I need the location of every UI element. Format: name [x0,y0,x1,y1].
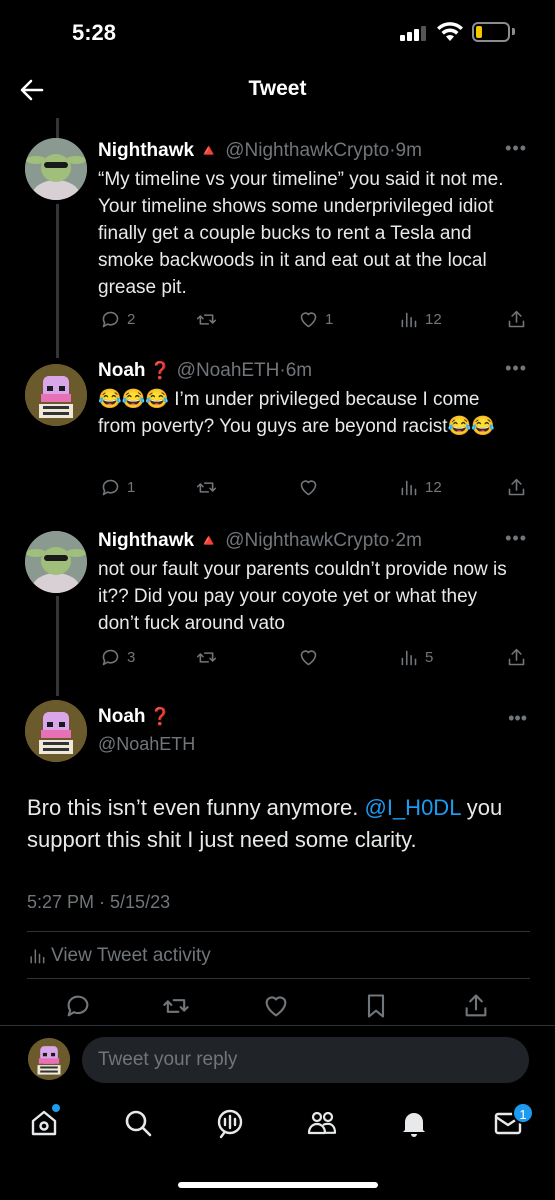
speech-bubble-icon [102,649,119,665]
nav-header: Tweet [0,62,555,118]
bar-chart-icon [401,480,417,495]
avatar[interactable] [25,700,87,762]
heart-icon [300,479,317,495]
author-name[interactable]: Noah ❓ [98,706,177,728]
tweet-actions: 3 5 [98,644,538,670]
mention-link[interactable]: @I_H0DL [365,795,461,820]
tab-bar [0,1095,555,1160]
label-badge: 🔺 [198,141,220,160]
retweet-icon[interactable] [162,992,190,1020]
tweet-age: 9m [395,140,422,161]
heart-icon [300,649,317,665]
reply-input[interactable] [82,1037,529,1083]
tweet-text: Bro this isn’t even funny anymore. @I_H0… [27,795,503,852]
author-handle[interactable]: @NighthawkCrypto [225,140,389,161]
share-icon [508,478,525,495]
label-badge: 🔺 [198,531,220,550]
retweet-button[interactable] [196,474,217,500]
avatar[interactable] [25,364,87,426]
share-button[interactable] [506,644,527,670]
bar-chart-icon [401,650,417,665]
author-name[interactable]: Noah [98,360,146,381]
search-icon [125,1110,152,1137]
like-button[interactable]: 1 [298,306,333,332]
like-button[interactable] [298,474,319,500]
retweet-icon [196,481,217,493]
spaces-icon [217,1109,243,1139]
tweet-timestamp[interactable]: 5:27 PM · 5/15/23 [27,892,170,913]
views-button[interactable]: 12 [398,474,442,500]
reply-button[interactable]: 3 [100,644,135,670]
bell-icon [403,1113,425,1137]
page-title: Tweet [248,77,307,100]
heart-icon [300,311,317,327]
retweet-icon [196,651,217,663]
reply-button[interactable]: 2 [100,306,135,332]
status-bar: 5:28 [0,0,555,62]
tweet-text: 😂😂😂 I’m under privileged because I come … [98,389,495,437]
bar-chart-icon [30,949,45,964]
retweet-icon [196,313,217,325]
tweet-text: “My timeline vs your timeline” you said … [98,169,504,298]
cellular-signal-icon [400,25,426,41]
bar-chart-icon [401,312,417,327]
speech-bubble-icon[interactable] [64,992,92,1020]
battery-icon [472,22,510,42]
tweet-actions [0,992,555,1022]
author-handle[interactable]: @NoahETH [177,360,280,381]
messages-badge: 1 [512,1102,534,1124]
like-button[interactable] [298,644,319,670]
avatar[interactable] [25,531,87,593]
speech-bubble-icon [102,311,119,327]
share-icon[interactable] [462,992,490,1020]
communities-icon [307,1111,337,1135]
tweet-actions: 2 1 12 [98,306,538,332]
divider [27,931,530,932]
speech-bubble-icon [102,479,119,495]
status-time: 5:28 [72,20,117,45]
views-button[interactable]: 5 [398,644,433,670]
share-button[interactable] [506,306,527,332]
reply-button[interactable]: 1 [100,474,135,500]
avatar [28,1038,70,1080]
share-button[interactable] [506,474,527,500]
label-badge: ❓ [149,361,171,380]
views-button[interactable]: 12 [398,306,442,332]
tweet-actions: 1 12 [98,474,538,500]
tab-spaces[interactable] [214,1107,246,1139]
unread-indicator [52,1104,60,1112]
tab-communities[interactable] [306,1107,338,1139]
tweet-age: 2m [395,530,422,551]
author-name[interactable]: Nighthawk [98,530,194,551]
view-tweet-activity-link[interactable]: View Tweet activity [27,945,211,967]
author-handle[interactable]: @NighthawkCrypto [225,530,389,551]
more-dots-icon[interactable]: ••• [505,358,527,379]
avatar[interactable] [25,138,87,200]
author-name[interactable]: Nighthawk [98,140,194,161]
retweet-button[interactable] [196,306,217,332]
share-icon [508,648,525,665]
author-handle[interactable]: @NoahETH [98,734,195,755]
bookmark-icon[interactable] [362,992,390,1020]
tweet-age: 6m [285,360,313,381]
share-icon [508,310,525,327]
divider [27,978,530,979]
thread-connector [56,118,59,140]
tab-notifications[interactable] [398,1107,430,1139]
wifi-icon [437,22,463,41]
tab-search[interactable] [122,1107,154,1139]
more-dots-icon[interactable]: ••• [505,528,527,549]
tweet-text: not our fault your parents couldn’t prov… [98,559,507,634]
reply-composer [0,1025,555,1095]
more-dots-icon[interactable]: ••• [508,708,527,729]
thread-connector [56,204,59,358]
thread-connector [56,596,59,696]
retweet-button[interactable] [196,644,217,670]
more-dots-icon[interactable]: ••• [505,138,527,159]
label-badge: ❓ [149,707,171,726]
home-indicator [178,1182,378,1188]
heart-icon[interactable] [262,992,290,1020]
